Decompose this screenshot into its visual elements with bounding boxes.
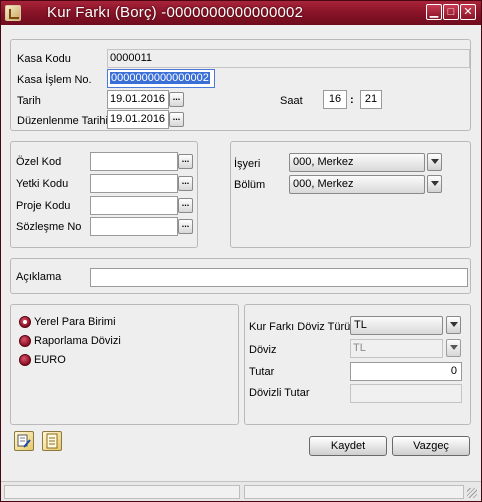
kasa-islem-no-field[interactable]: 0000000000000002 xyxy=(107,69,215,88)
sozlesme-no-lookup-button[interactable]: ... xyxy=(178,219,193,234)
radio-yerel-para-birimi-label[interactable]: Yerel Para Birimi xyxy=(34,316,116,328)
aciklama-label: Açıklama xyxy=(16,271,62,283)
sozlesme-no-label: Sözleşme No xyxy=(16,221,82,233)
bolum-label: Bölüm xyxy=(234,179,266,191)
codes-panel: Özel Kod ... Yetki Kodu ... Proje Kodu .… xyxy=(10,141,198,248)
edit-icon-glyph xyxy=(17,434,31,448)
saat-minute-field[interactable]: 21 xyxy=(360,90,382,109)
currency-options-panel: Yerel Para Birimi Raporlama Dövizi EURO xyxy=(10,304,239,425)
tarih-picker-button[interactable]: ... xyxy=(169,92,184,107)
yetki-kodu-label: Yetki Kodu xyxy=(16,178,69,190)
dovizli-tutar-label: Dövizli Tutar xyxy=(249,387,310,399)
status-bar xyxy=(1,481,481,501)
proje-kodu-lookup-button[interactable]: ... xyxy=(178,198,193,213)
bolum-dropdown-icon[interactable] xyxy=(427,175,442,193)
isyeri-dropdown-icon[interactable] xyxy=(427,153,442,171)
doviz-dropdown-icon xyxy=(446,339,461,357)
duzenlenme-tarihi-field[interactable]: 19.01.2016 xyxy=(107,110,169,129)
radio-euro[interactable] xyxy=(19,354,31,366)
status-segment-right xyxy=(244,485,464,499)
isyeri-label: İşyeri xyxy=(234,158,261,170)
aciklama-field[interactable] xyxy=(90,268,468,287)
proje-kodu-label: Proje Kodu xyxy=(16,200,71,212)
proje-kodu-field[interactable] xyxy=(90,196,178,215)
radio-raporlama-dovizi[interactable] xyxy=(19,335,31,347)
tutar-field[interactable]: 0 xyxy=(350,362,462,381)
kasa-islem-no-value: 0000000000000002 xyxy=(110,72,210,84)
tarih-field[interactable]: 19.01.2016 xyxy=(107,90,169,109)
status-segment-left xyxy=(4,485,240,499)
bolum-select[interactable]: 000, Merkez xyxy=(289,175,425,194)
duzenlenme-picker-button[interactable]: ... xyxy=(169,112,184,127)
sozlesme-no-field[interactable] xyxy=(90,217,178,236)
exchange-panel: Kur Farkı Döviz Türü TL Döviz TL Tutar 0… xyxy=(244,304,471,425)
window-title: Kur Farkı (Borç) -0000000000000002 xyxy=(47,4,304,21)
tarih-label: Tarih xyxy=(17,95,41,107)
aciklama-panel: Açıklama xyxy=(10,258,471,294)
document-icon xyxy=(5,5,21,21)
kasa-kodu-field: 0000011 xyxy=(107,49,470,68)
doviz-select: TL xyxy=(350,339,443,358)
radio-raporlama-dovizi-label[interactable]: Raporlama Dövizi xyxy=(34,335,121,347)
org-panel: İşyeri 000, Merkez Bölüm 000, Merkez xyxy=(230,141,471,248)
yetki-kodu-field[interactable] xyxy=(90,174,178,193)
tutar-label: Tutar xyxy=(249,366,275,378)
isyeri-select[interactable]: 000, Merkez xyxy=(289,153,425,172)
kasa-islem-no-label: Kasa İşlem No. xyxy=(17,74,92,86)
kur-farki-doviz-turu-select[interactable]: TL xyxy=(350,316,443,335)
minimize-button[interactable]: ▁ xyxy=(426,4,442,20)
dialog-window: Kur Farkı (Borç) -0000000000000002 ▁ □ ✕… xyxy=(0,0,482,502)
yetki-kodu-lookup-button[interactable]: ... xyxy=(178,176,193,191)
vazgec-button[interactable]: Vazgeç xyxy=(392,436,470,456)
saat-separator: : xyxy=(350,94,354,106)
ozel-kod-field[interactable] xyxy=(90,152,178,171)
notes-icon-glyph xyxy=(46,433,58,449)
close-button[interactable]: ✕ xyxy=(460,4,476,20)
kur-farki-doviz-turu-dropdown-icon[interactable] xyxy=(446,316,461,334)
header-panel: Kasa Kodu 0000011 Kasa İşlem No. 0000000… xyxy=(10,39,471,131)
ozel-kod-lookup-button[interactable]: ... xyxy=(178,154,193,169)
doviz-label: Döviz xyxy=(249,344,277,356)
notes-icon[interactable] xyxy=(42,431,62,451)
maximize-button[interactable]: □ xyxy=(443,4,459,20)
radio-euro-label[interactable]: EURO xyxy=(34,354,66,366)
saat-hour-field[interactable]: 16 xyxy=(323,90,347,109)
title-bar[interactable]: Kur Farkı (Borç) -0000000000000002 ▁ □ ✕ xyxy=(1,1,481,25)
resize-grip-icon[interactable] xyxy=(467,488,477,498)
kur-farki-doviz-turu-label: Kur Farkı Döviz Türü xyxy=(249,321,351,333)
saat-label: Saat xyxy=(280,95,303,107)
radio-yerel-para-birimi[interactable] xyxy=(19,316,31,328)
edit-icon[interactable] xyxy=(14,431,34,451)
ozel-kod-label: Özel Kod xyxy=(16,156,62,168)
kasa-kodu-label: Kasa Kodu xyxy=(17,53,71,65)
dovizli-tutar-field xyxy=(350,384,462,403)
kaydet-button[interactable]: Kaydet xyxy=(309,436,387,456)
duzenlenme-tarihi-label: Düzenlenme Tarihi xyxy=(17,115,108,127)
